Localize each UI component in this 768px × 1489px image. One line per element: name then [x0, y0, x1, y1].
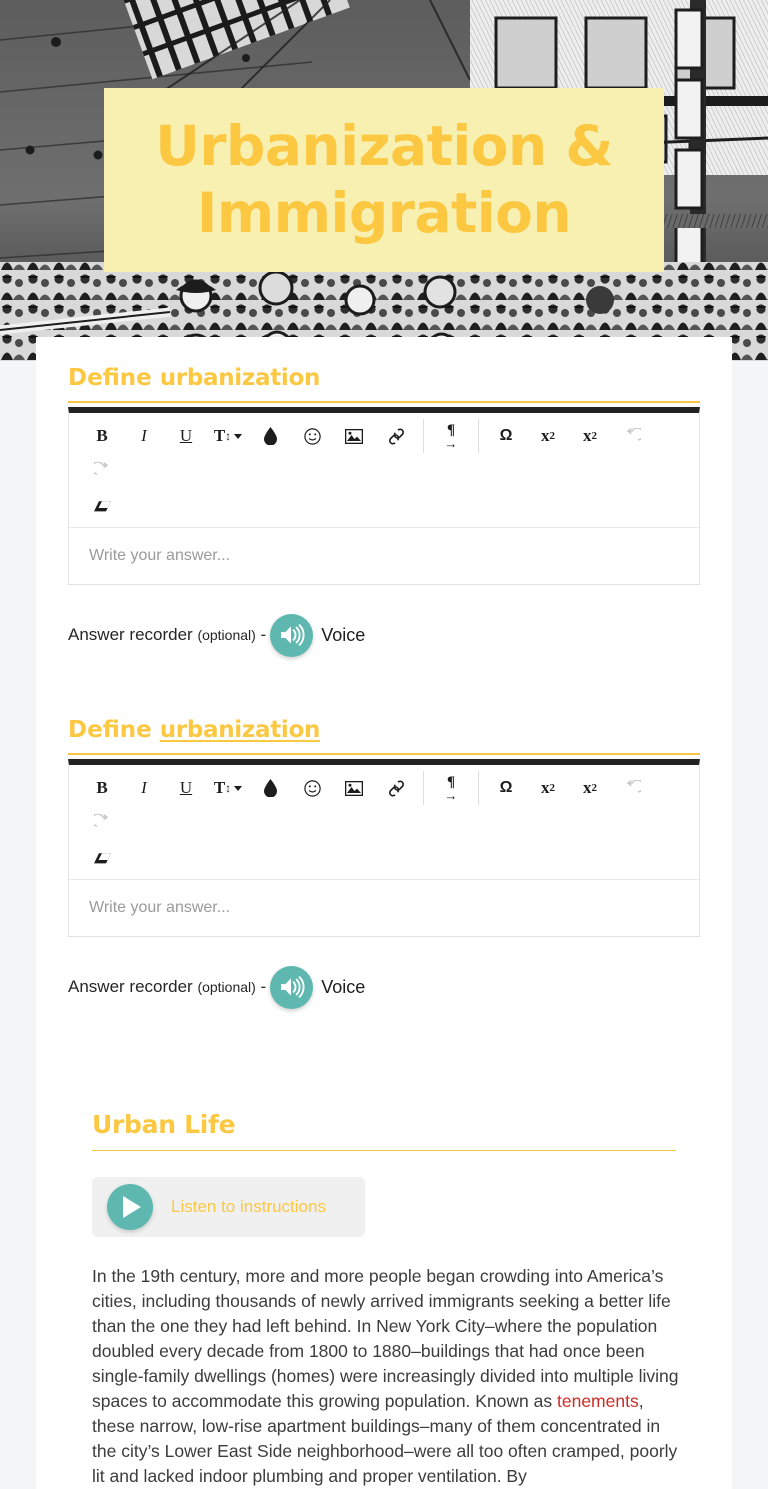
listen-to-instructions-button[interactable]: Listen to instructions: [92, 1177, 365, 1237]
redo-icon[interactable]: [81, 805, 123, 839]
question-2-heading-lead: Define: [68, 717, 160, 743]
rich-text-editor-1[interactable]: B I U T ↕ ¶ → Ω x 2 x 2 Write your answe…: [68, 407, 700, 585]
text-color-droplet-icon[interactable]: [249, 419, 291, 453]
paragraph-part-1: In the 19th century, more and more peopl…: [92, 1266, 679, 1411]
question-2-divider: [68, 753, 700, 755]
tenements-highlight-term: tenements: [557, 1391, 639, 1411]
toolbar-divider: [478, 771, 479, 805]
special-character-icon[interactable]: Ω: [485, 771, 527, 805]
answer-input-1[interactable]: Write your answer...: [69, 528, 699, 584]
voice-label-1: Voice: [321, 624, 366, 645]
paragraph-direction-icon[interactable]: ¶ →: [430, 419, 472, 453]
question-2-heading-term: urbanization: [159, 717, 321, 743]
emoji-icon[interactable]: [291, 771, 333, 805]
chevron-down-icon: [234, 785, 243, 791]
italic-icon[interactable]: I: [123, 771, 165, 805]
text-size-icon[interactable]: T ↕: [207, 771, 249, 805]
answer-recorder-1-label: Answer recorder (optional) -: [68, 625, 266, 645]
insert-image-icon[interactable]: [333, 771, 375, 805]
rich-text-editor-2[interactable]: B I U T ↕ ¶ → Ω x 2 x 2 Write your answe…: [68, 759, 700, 937]
answer-input-2[interactable]: Write your answer...: [69, 880, 699, 936]
question-1-heading-lead: Define: [68, 365, 160, 391]
toolbar-divider: [423, 419, 424, 453]
toolbar-divider: [478, 419, 479, 453]
page-title-banner: Urbanization & Immigration: [104, 88, 664, 272]
underline-icon[interactable]: U: [165, 419, 207, 453]
play-triangle: [123, 1196, 141, 1218]
insert-link-icon[interactable]: [375, 771, 417, 805]
page-title-line2: Immigration: [196, 181, 572, 245]
superscript-icon[interactable]: x2: [569, 771, 611, 805]
speaker-icon[interactable]: [270, 613, 314, 657]
italic-icon[interactable]: I: [123, 419, 165, 453]
undo-icon[interactable]: [611, 419, 653, 453]
answer-recorder-2-label: Answer recorder (optional) -: [68, 977, 266, 997]
answer-recorder-2: Answer recorder (optional) - Voice: [36, 937, 732, 1015]
text-size-icon[interactable]: T ↕: [207, 419, 249, 453]
worksheet-content-card: Define urbanization B I U T ↕ ¶ → Ω x 2 …: [36, 337, 732, 1489]
chevron-down-icon: [234, 433, 243, 439]
bold-icon[interactable]: B: [81, 419, 123, 453]
urban-life-section: Urban Life Listen to instructions In the…: [36, 1015, 732, 1489]
insert-link-icon[interactable]: [375, 419, 417, 453]
underline-icon[interactable]: U: [165, 771, 207, 805]
answer-recorder-2-text: Answer recorder: [68, 977, 198, 996]
answer-recorder-1-text: Answer recorder: [68, 625, 198, 644]
editor-1-toolbar: B I U T ↕ ¶ → Ω x 2 x 2: [69, 413, 699, 528]
answer-recorder-1-optional: (optional): [197, 627, 256, 643]
question-1-heading: Define urbanization: [68, 337, 700, 401]
subscript-icon[interactable]: x2: [527, 771, 569, 805]
subscript-icon[interactable]: x2: [527, 419, 569, 453]
urban-life-paragraph: In the 19th century, more and more peopl…: [92, 1264, 680, 1489]
question-block-1: Define urbanization B I U T ↕ ¶ → Ω x 2 …: [36, 337, 732, 585]
question-1-heading-term: urbanization: [159, 365, 321, 391]
undo-icon[interactable]: [611, 771, 653, 805]
question-block-2: Define urbanization B I U T ↕ ¶ → Ω x 2 …: [36, 663, 732, 937]
special-character-icon[interactable]: Ω: [485, 419, 527, 453]
toolbar-divider: [423, 771, 424, 805]
listen-to-instructions-label: Listen to instructions: [171, 1197, 326, 1216]
redo-icon[interactable]: [81, 453, 123, 487]
page-hero-header: Urbanization & Immigration: [0, 0, 768, 361]
clear-formatting-eraser-icon[interactable]: [81, 841, 123, 875]
superscript-icon[interactable]: x2: [569, 419, 611, 453]
answer-recorder-2-dash: -: [255, 977, 267, 996]
urban-life-divider: [92, 1150, 676, 1151]
question-1-divider: [68, 401, 700, 403]
paragraph-direction-icon[interactable]: ¶ →: [430, 771, 472, 805]
voice-label-2: Voice: [321, 976, 366, 997]
answer-recorder-1-dash: -: [255, 625, 267, 644]
emoji-icon[interactable]: [291, 419, 333, 453]
text-color-droplet-icon[interactable]: [249, 771, 291, 805]
urban-life-heading: Urban Life: [92, 1110, 236, 1139]
clear-formatting-eraser-icon[interactable]: [81, 489, 123, 523]
answer-recorder-1: Answer recorder (optional) - Voice: [36, 585, 732, 663]
editor-2-toolbar-row-2: [81, 839, 687, 875]
speaker-icon[interactable]: [270, 965, 314, 1009]
insert-image-icon[interactable]: [333, 419, 375, 453]
editor-2-toolbar: B I U T ↕ ¶ → Ω x 2 x 2: [69, 765, 699, 880]
editor-1-toolbar-row-2: [81, 487, 687, 523]
question-2-heading: Define urbanization: [68, 689, 700, 753]
page-title: Urbanization & Immigration: [155, 113, 613, 247]
page-title-line1: Urbanization &: [155, 113, 613, 178]
answer-recorder-2-optional: (optional): [197, 979, 256, 995]
play-icon[interactable]: [107, 1184, 153, 1230]
bold-icon[interactable]: B: [81, 771, 123, 805]
